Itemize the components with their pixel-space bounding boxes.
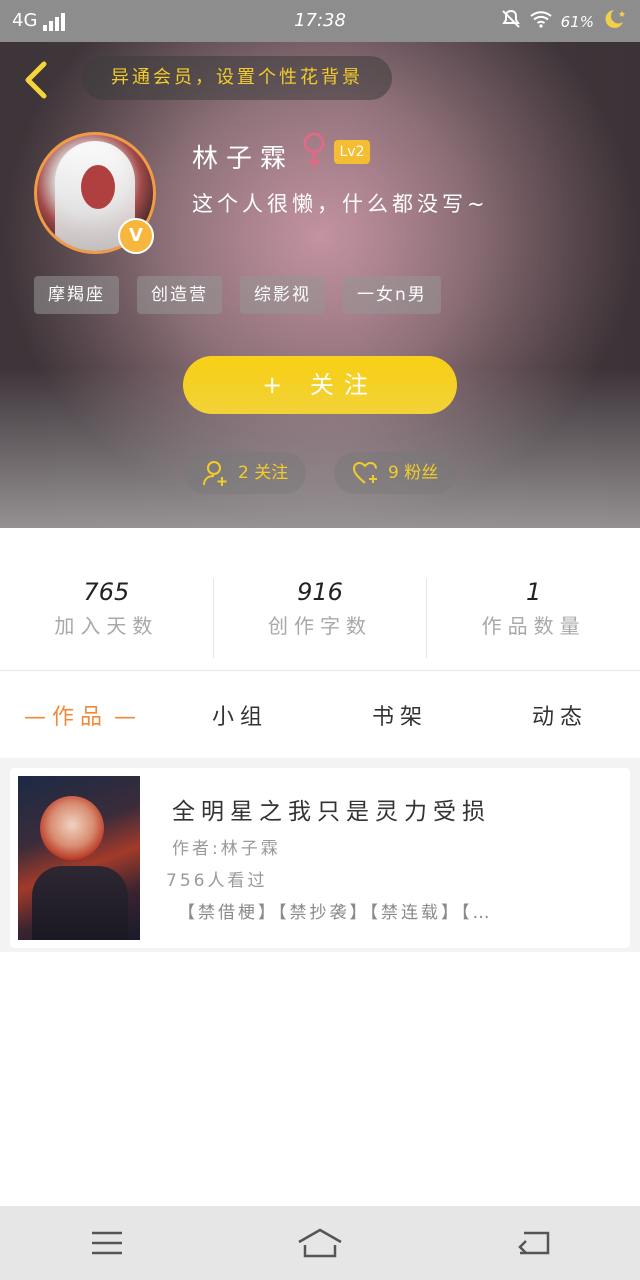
return-icon [518,1231,550,1255]
work-card[interactable]: 全明星之我只是灵力受损 作者:林子霖 756人看过 【禁借梗】【禁抄袭】【禁连载… [10,768,630,948]
level-badge: Lv2 [334,140,370,164]
heart-plus-icon [352,461,377,484]
female-icon [302,132,326,170]
tab-bookshelf[interactable]: 书架 [320,688,480,748]
divider [0,670,640,671]
work-cover-image[interactable] [18,776,140,940]
work-author: 作者:林子霖 [172,839,281,859]
work-tags: 【禁借梗】【禁抄袭】【禁连载】【… [178,903,493,923]
chevron-left-icon [25,61,47,99]
add-user-icon [203,461,227,486]
following-count-button[interactable]: 2 关注 [184,452,307,494]
stat-value: 765 [83,578,130,606]
home-button[interactable] [290,1223,350,1263]
stat-value: 1 [526,578,542,606]
fans-count: 9 粉丝 [388,463,439,483]
stat-label: 创作字数 [268,614,372,638]
stat-value: 916 [297,578,343,606]
fans-count-button[interactable]: 9 粉丝 [334,452,457,494]
verified-badge: V [118,218,154,254]
tag-list: 摩羯座 创造营 综影视 一女n男 [34,276,441,314]
tab-activity[interactable]: 动态 [480,688,640,748]
menu-icon [91,1231,122,1255]
wifi-icon [529,10,553,33]
work-title[interactable]: 全明星之我只是灵力受损 [172,792,491,826]
stat-label: 作品数量 [481,614,586,638]
battery-label: 61% [560,12,594,31]
moon-icon [602,8,628,35]
tag-item[interactable]: 一女n男 [343,276,441,314]
tab-works[interactable]: 作品 [0,688,160,748]
follow-button[interactable]: + 关注 [183,356,457,414]
home-icon [298,1228,342,1258]
tab-groups[interactable]: 小组 [160,688,320,748]
status-bar: 4G 17:38 61% [0,0,640,42]
back-button[interactable] [18,60,54,100]
work-views: 756人看过 [166,871,268,891]
vip-background-banner[interactable]: 异通会员，设置个性花背景 [82,56,392,100]
tag-item[interactable]: 摩羯座 [34,276,119,314]
tag-item[interactable]: 综影视 [240,276,325,314]
following-count: 2 关注 [238,463,289,483]
stat-label: 加入天数 [54,614,159,638]
profile-tabs: 作品 小组 书架 动态 [0,688,640,748]
stat-word-count: 916 创作字数 [212,578,427,658]
username: 林子霖 [192,144,295,174]
back-nav-button[interactable] [503,1223,563,1263]
stats-row: 765 加入天数 916 创作字数 1 作品数量 [0,578,640,658]
menu-button[interactable] [77,1223,137,1263]
tag-item[interactable]: 创造营 [137,276,222,314]
user-bio: 这个人很懒，什么都没写~ [192,192,489,216]
mute-icon [501,9,521,34]
system-nav-bar [0,1206,640,1280]
profile-header: 异通会员，设置个性花背景 V 林子霖 Lv2 这个人很懒，什么都没写~ 摩羯座 … [0,42,640,528]
stat-join-days: 765 加入天数 [0,578,213,658]
stat-works-count: 1 作品数量 [426,578,640,658]
